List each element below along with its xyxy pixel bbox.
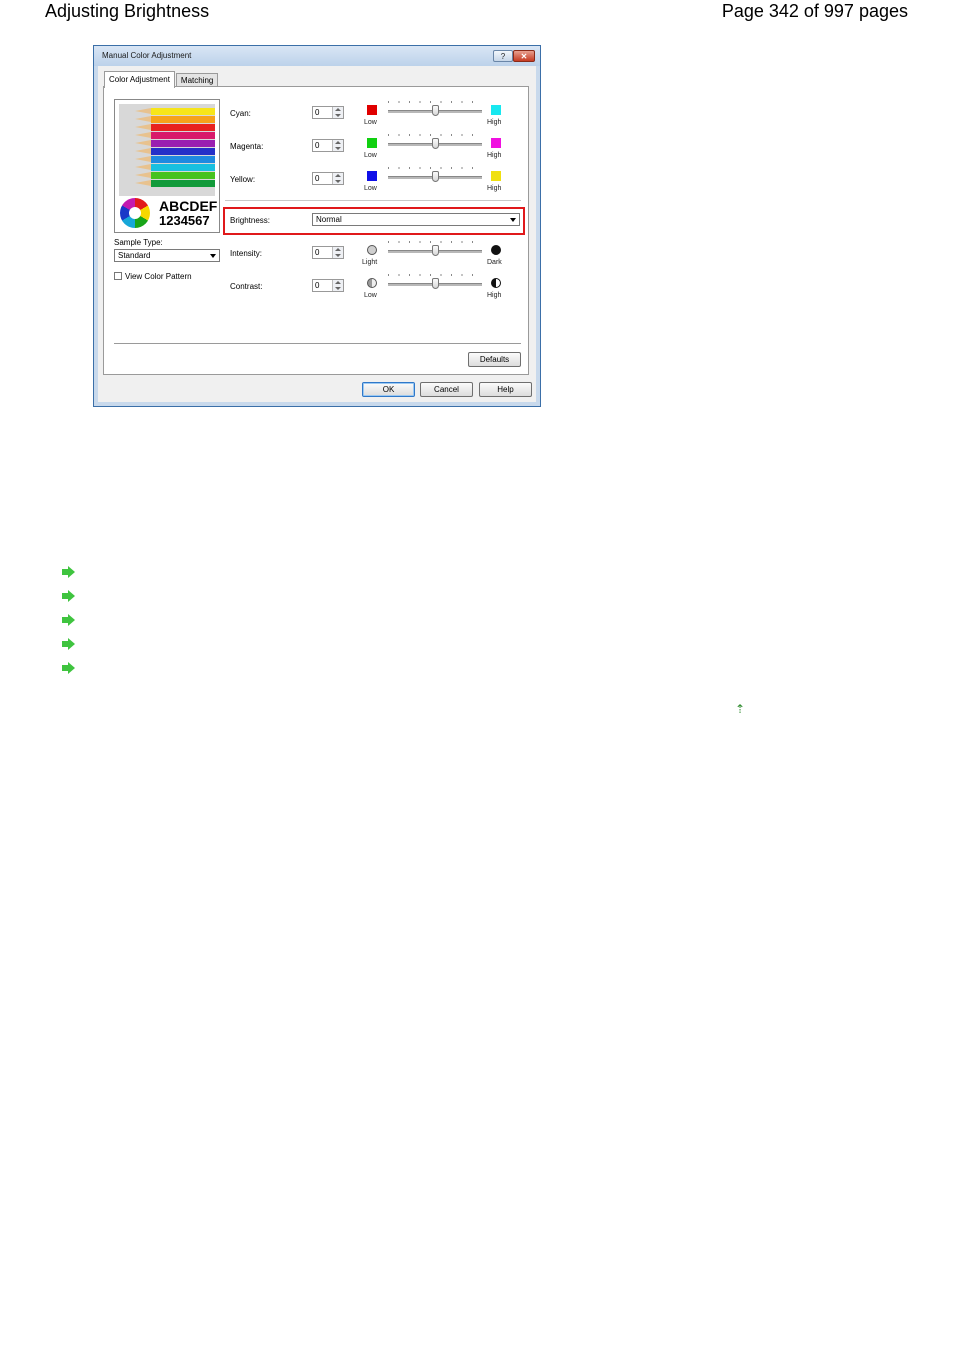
- cyan-high-swatch: [491, 105, 501, 115]
- chevron-down-icon: [510, 218, 516, 222]
- high-contrast-icon: [491, 278, 501, 288]
- magenta-low-label: Low: [364, 152, 377, 159]
- tab-color-adjustment[interactable]: Color Adjustment: [104, 71, 175, 88]
- color-adjustment-panel: ABCDEF 1234567 Sample Type: Standard Vie…: [103, 86, 529, 375]
- close-button[interactable]: ✕: [513, 50, 535, 62]
- divider: [114, 343, 521, 344]
- spin-arrows-icon[interactable]: [332, 173, 343, 184]
- dialog-title: Manual Color Adjustment: [102, 51, 192, 60]
- yellow-low-swatch: [367, 171, 377, 181]
- spin-arrows-icon[interactable]: [332, 280, 343, 291]
- pencils-image: [119, 104, 215, 196]
- sample-text-numbers: 1234567: [159, 213, 210, 228]
- spin-arrows-icon[interactable]: [332, 140, 343, 151]
- cyan-spinbox[interactable]: 0: [312, 106, 344, 119]
- spin-arrows-icon[interactable]: [332, 107, 343, 118]
- magenta-low-swatch: [367, 138, 377, 148]
- brightness-select[interactable]: Normal: [312, 213, 520, 226]
- page-top-icon[interactable]: ⇡: [734, 702, 746, 716]
- contrast-label: Contrast:: [230, 282, 263, 291]
- yellow-slider-thumb[interactable]: [431, 171, 439, 182]
- view-color-pattern-label: View Color Pattern: [125, 272, 192, 281]
- chevron-down-icon: [210, 254, 216, 258]
- yellow-spinbox[interactable]: 0: [312, 172, 344, 185]
- spin-arrows-icon[interactable]: [332, 247, 343, 258]
- intensity-spinbox[interactable]: 0: [312, 246, 344, 259]
- magenta-label: Magenta:: [230, 142, 264, 151]
- green-arrow-icon[interactable]: [62, 638, 76, 650]
- sample-text-letters: ABCDEF: [159, 198, 218, 214]
- light-circle-icon: [367, 245, 377, 255]
- sample-type-label: Sample Type:: [114, 238, 163, 247]
- contrast-low-label: Low: [364, 292, 377, 299]
- page-title: Adjusting Brightness: [45, 1, 210, 21]
- green-arrow-icon[interactable]: [62, 590, 76, 602]
- magenta-high-label: High: [487, 152, 502, 159]
- brightness-label: Brightness:: [230, 216, 271, 225]
- cyan-slider-thumb[interactable]: [431, 105, 439, 116]
- sample-preview: ABCDEF 1234567: [114, 99, 220, 233]
- green-arrow-icon[interactable]: [62, 614, 76, 626]
- brightness-value: Normal: [316, 215, 342, 224]
- contrast-spinbox[interactable]: 0: [312, 279, 344, 292]
- intensity-label: Intensity:: [230, 249, 263, 258]
- page-number: Page 342 of 997 pages: [721, 1, 908, 21]
- intensity-slider-thumb[interactable]: [431, 245, 439, 256]
- cancel-button[interactable]: Cancel: [420, 382, 473, 397]
- manual-color-adjustment-dialog: Manual Color Adjustment ? ✕ Color Adjust…: [93, 45, 541, 407]
- green-arrow-icon[interactable]: [62, 662, 76, 674]
- divider: [225, 200, 521, 201]
- yellow-high-swatch: [491, 171, 501, 181]
- yellow-label: Yellow:: [230, 175, 256, 184]
- help-title-button[interactable]: ?: [493, 50, 513, 62]
- cyan-label: Cyan:: [230, 109, 251, 118]
- cyan-low-label: Low: [364, 119, 377, 126]
- intensity-low-label: Light: [362, 259, 378, 266]
- contrast-slider-thumb[interactable]: [431, 278, 439, 289]
- view-color-pattern-checkbox[interactable]: [114, 272, 122, 280]
- magenta-slider-thumb[interactable]: [431, 138, 439, 149]
- defaults-button[interactable]: Defaults: [468, 352, 521, 367]
- yellow-high-label: High: [487, 185, 502, 192]
- dark-circle-icon: [491, 245, 501, 255]
- dialog-client: Color Adjustment Matching ABCDEF 1234567…: [98, 66, 536, 402]
- sample-type-select[interactable]: Standard: [114, 249, 220, 262]
- intensity-high-label: Dark: [487, 259, 502, 266]
- help-button[interactable]: Help: [479, 382, 532, 397]
- sample-type-value: Standard: [118, 251, 151, 260]
- yellow-low-label: Low: [364, 185, 377, 192]
- cyan-low-swatch: [367, 105, 377, 115]
- green-arrow-icon[interactable]: [62, 566, 76, 578]
- ok-button[interactable]: OK: [362, 382, 415, 397]
- magenta-high-swatch: [491, 138, 501, 148]
- contrast-high-label: High: [487, 292, 502, 299]
- tab-strip: Color Adjustment Matching: [104, 71, 219, 88]
- dialog-titlebar: Manual Color Adjustment ? ✕: [94, 46, 540, 66]
- cyan-high-label: High: [487, 119, 502, 126]
- color-wheel-icon: [120, 198, 150, 228]
- low-contrast-icon: [367, 278, 377, 288]
- magenta-spinbox[interactable]: 0: [312, 139, 344, 152]
